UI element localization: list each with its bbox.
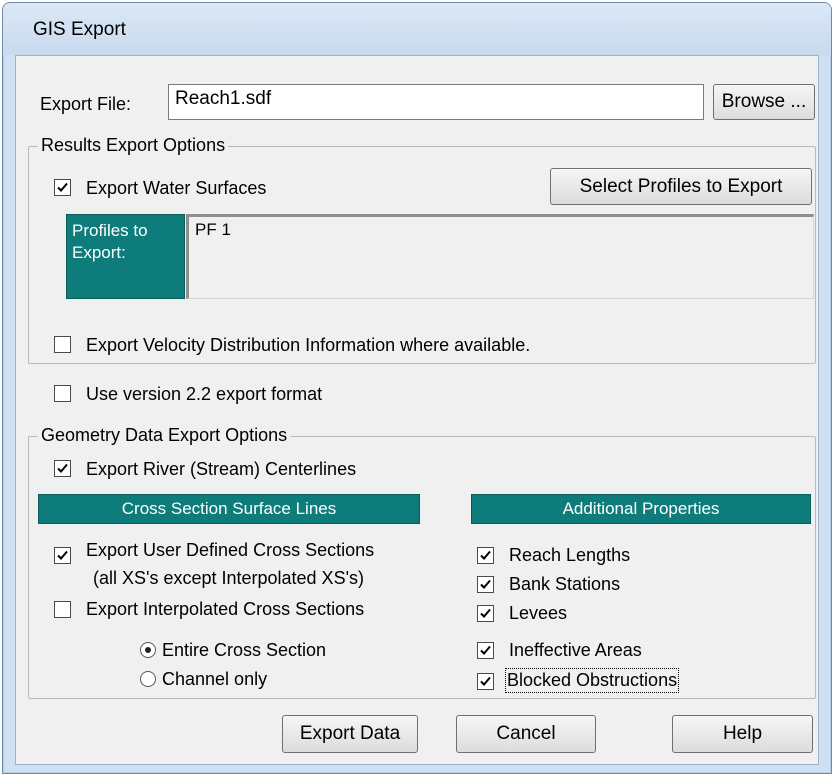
use-version-22-checkbox[interactable]: [54, 385, 71, 402]
bank-stations-checkbox[interactable]: [477, 576, 494, 593]
profiles-to-export-label: Profiles to Export:: [66, 214, 185, 299]
select-profiles-button[interactable]: Select Profiles to Export: [550, 168, 812, 205]
entire-cross-section-radio[interactable]: [140, 642, 156, 658]
export-user-xs-checkbox[interactable]: [54, 547, 71, 564]
check-icon: [480, 645, 491, 655]
browse-button[interactable]: Browse ...: [713, 84, 815, 120]
profiles-label-line1: Profiles to: [72, 221, 148, 240]
export-velocity-checkbox[interactable]: [54, 336, 71, 353]
check-icon: [57, 463, 68, 473]
cross-section-surface-lines-header: Cross Section Surface Lines: [38, 494, 420, 524]
ineffective-areas-label: Ineffective Areas: [509, 640, 642, 660]
profile-item[interactable]: PF 1: [195, 220, 807, 240]
export-centerlines-label: Export River (Stream) Centerlines: [86, 459, 357, 479]
levees-checkbox[interactable]: [477, 605, 494, 622]
cancel-button[interactable]: Cancel: [456, 715, 596, 753]
export-data-button[interactable]: Export Data: [282, 715, 418, 753]
use-version-22-label: Use version 2.2 export format: [86, 384, 323, 404]
check-icon: [480, 550, 491, 560]
export-file-input[interactable]: Reach1.sdf: [168, 84, 704, 120]
export-interpolated-xs-checkbox[interactable]: [54, 601, 71, 618]
check-icon: [57, 550, 68, 560]
entire-cross-section-label: Entire Cross Section: [162, 640, 327, 660]
levees-label: Levees: [509, 603, 568, 623]
dialog-client-area: Export File: Reach1.sdf Browse ... Resul…: [15, 55, 819, 765]
export-centerlines-checkbox[interactable]: [54, 460, 71, 477]
blocked-obstructions-checkbox[interactable]: [477, 673, 494, 690]
results-export-options-legend: Results Export Options: [38, 135, 229, 156]
channel-only-label: Channel only: [162, 669, 268, 689]
window-title: GIS Export: [33, 19, 126, 40]
profiles-list[interactable]: PF 1: [186, 214, 814, 299]
check-icon: [480, 676, 491, 686]
reach-lengths-checkbox[interactable]: [477, 547, 494, 564]
check-icon: [57, 182, 68, 192]
export-interpolated-xs-label: Export Interpolated Cross Sections: [86, 599, 365, 619]
export-velocity-label: Export Velocity Distribution Information…: [86, 335, 531, 355]
help-button[interactable]: Help: [672, 715, 813, 753]
radio-selected-dot: [145, 647, 151, 653]
check-icon: [480, 608, 491, 618]
blocked-obstructions-label: Blocked Obstructions: [504, 668, 680, 693]
export-user-xs-note: (all XS's except Interpolated XS's): [93, 568, 365, 588]
reach-lengths-label: Reach Lengths: [509, 545, 631, 565]
geometry-export-options-legend: Geometry Data Export Options: [38, 425, 291, 446]
additional-properties-header: Additional Properties: [471, 494, 811, 524]
gis-export-window: GIS Export Export File: Reach1.sdf Brows…: [2, 2, 832, 774]
check-icon: [480, 579, 491, 589]
export-user-xs-label: Export User Defined Cross Sections: [86, 540, 375, 560]
profiles-label-line2: Export:: [72, 243, 126, 262]
title-bar[interactable]: GIS Export: [3, 3, 831, 55]
export-file-label: Export File:: [40, 94, 132, 114]
ineffective-areas-checkbox[interactable]: [477, 642, 494, 659]
export-water-surfaces-checkbox[interactable]: [54, 179, 71, 196]
export-water-surfaces-label: Export Water Surfaces: [86, 178, 267, 198]
bank-stations-label: Bank Stations: [509, 574, 621, 594]
channel-only-radio[interactable]: [140, 671, 156, 687]
